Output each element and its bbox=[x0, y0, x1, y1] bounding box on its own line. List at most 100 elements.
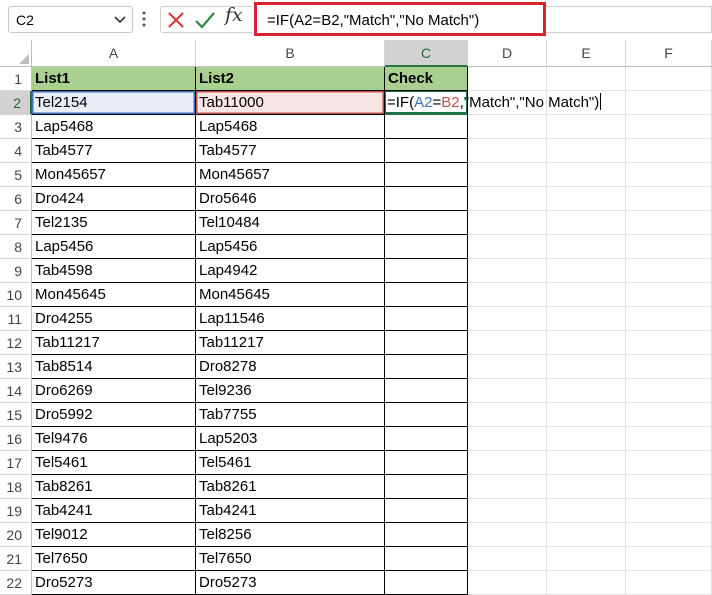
header-cell-list1[interactable]: List1 bbox=[32, 67, 196, 91]
empty-cell[interactable] bbox=[547, 115, 626, 139]
row-header[interactable]: 1 bbox=[0, 67, 32, 91]
empty-cell[interactable] bbox=[547, 571, 626, 595]
cell-list2[interactable]: Lap11546 bbox=[196, 307, 385, 331]
cell-list2[interactable]: Lap5456 bbox=[196, 235, 385, 259]
cell-check[interactable] bbox=[385, 403, 468, 427]
row-header[interactable]: 16 bbox=[0, 427, 32, 451]
checkmark-icon[interactable] bbox=[192, 8, 218, 32]
formula-input[interactable]: =IF(A2=B2,"Match","No Match") bbox=[254, 2, 546, 36]
cell-check[interactable] bbox=[385, 523, 468, 547]
empty-cell[interactable] bbox=[547, 451, 626, 475]
empty-cell[interactable] bbox=[547, 475, 626, 499]
empty-cell[interactable] bbox=[626, 571, 712, 595]
empty-cell[interactable] bbox=[626, 139, 712, 163]
empty-cell[interactable] bbox=[547, 235, 626, 259]
cell-check[interactable] bbox=[385, 379, 468, 403]
cell-list1[interactable]: Tel2154 bbox=[32, 91, 196, 115]
cell-list1[interactable]: Dro5992 bbox=[32, 403, 196, 427]
cell-check[interactable] bbox=[385, 331, 468, 355]
cell-check[interactable] bbox=[385, 355, 468, 379]
empty-cell[interactable] bbox=[626, 187, 712, 211]
cell-list2[interactable]: Mon45657 bbox=[196, 163, 385, 187]
cell-list2[interactable]: Tel10484 bbox=[196, 211, 385, 235]
empty-cell[interactable] bbox=[547, 547, 626, 571]
cell-check[interactable] bbox=[385, 283, 468, 307]
row-header[interactable]: 22 bbox=[0, 571, 32, 595]
cell-list2[interactable]: Tel9236 bbox=[196, 379, 385, 403]
empty-cell[interactable] bbox=[626, 523, 712, 547]
row-header[interactable]: 10 bbox=[0, 283, 32, 307]
empty-cell[interactable] bbox=[626, 331, 712, 355]
empty-cell[interactable] bbox=[468, 355, 547, 379]
column-header-d[interactable]: D bbox=[468, 40, 547, 67]
cell-list2[interactable]: Mon45645 bbox=[196, 283, 385, 307]
empty-cell[interactable] bbox=[626, 427, 712, 451]
more-options-icon[interactable] bbox=[141, 9, 147, 34]
column-header-b[interactable]: B bbox=[196, 40, 385, 67]
cell-check[interactable] bbox=[385, 499, 468, 523]
row-header[interactable]: 8 bbox=[0, 235, 32, 259]
empty-cell[interactable] bbox=[547, 307, 626, 331]
cell-list2[interactable]: Tab11000 bbox=[196, 91, 385, 115]
cell-check[interactable] bbox=[385, 547, 468, 571]
empty-cell[interactable] bbox=[626, 307, 712, 331]
empty-cell[interactable] bbox=[468, 571, 547, 595]
active-cell-editor[interactable]: =IF(A2=B2,"Match","No Match") bbox=[385, 91, 602, 115]
cell-list1[interactable]: Dro4255 bbox=[32, 307, 196, 331]
empty-cell[interactable] bbox=[547, 91, 626, 115]
empty-cell[interactable] bbox=[547, 163, 626, 187]
cell-list1[interactable]: Tel9476 bbox=[32, 427, 196, 451]
row-header[interactable]: 11 bbox=[0, 307, 32, 331]
empty-cell[interactable] bbox=[547, 139, 626, 163]
cell-check[interactable] bbox=[385, 187, 468, 211]
cell-check[interactable] bbox=[385, 307, 468, 331]
cell-check[interactable] bbox=[385, 427, 468, 451]
header-cell-list2[interactable]: List2 bbox=[196, 67, 385, 91]
row-header[interactable]: 21 bbox=[0, 547, 32, 571]
cell-list2[interactable]: Lap4942 bbox=[196, 259, 385, 283]
cell-list2[interactable]: Dro8278 bbox=[196, 355, 385, 379]
cell-list1[interactable]: Tab8514 bbox=[32, 355, 196, 379]
cell-list1[interactable]: Tel9012 bbox=[32, 523, 196, 547]
empty-cell[interactable] bbox=[468, 499, 547, 523]
empty-cell[interactable] bbox=[468, 91, 547, 115]
empty-cell[interactable] bbox=[547, 187, 626, 211]
row-header[interactable]: 20 bbox=[0, 523, 32, 547]
empty-cell[interactable] bbox=[468, 307, 547, 331]
empty-cell[interactable] bbox=[468, 523, 547, 547]
name-box[interactable]: C2 bbox=[8, 6, 133, 33]
column-header-c[interactable]: C bbox=[385, 40, 468, 67]
empty-cell[interactable] bbox=[468, 283, 547, 307]
cell-list1[interactable]: Mon45657 bbox=[32, 163, 196, 187]
select-all-corner[interactable] bbox=[0, 40, 32, 67]
row-header[interactable]: 12 bbox=[0, 331, 32, 355]
empty-cell[interactable] bbox=[468, 403, 547, 427]
empty-cell[interactable] bbox=[468, 475, 547, 499]
cell-list1[interactable]: Tab4598 bbox=[32, 259, 196, 283]
row-header[interactable]: 17 bbox=[0, 451, 32, 475]
row-header[interactable]: 7 bbox=[0, 211, 32, 235]
empty-cell[interactable] bbox=[547, 523, 626, 547]
column-header-a[interactable]: A bbox=[32, 40, 196, 67]
empty-cell[interactable] bbox=[468, 427, 547, 451]
empty-cell[interactable] bbox=[547, 67, 626, 91]
empty-cell[interactable] bbox=[547, 355, 626, 379]
cell-list1[interactable]: Dro424 bbox=[32, 187, 196, 211]
cell-list2[interactable]: Lap5203 bbox=[196, 427, 385, 451]
empty-cell[interactable] bbox=[626, 403, 712, 427]
empty-cell[interactable] bbox=[626, 115, 712, 139]
cell-check[interactable] bbox=[385, 115, 468, 139]
row-header[interactable]: 18 bbox=[0, 475, 32, 499]
empty-cell[interactable] bbox=[468, 331, 547, 355]
empty-cell[interactable] bbox=[626, 547, 712, 571]
cell-check[interactable] bbox=[385, 451, 468, 475]
row-header[interactable]: 2 bbox=[0, 91, 32, 115]
empty-cell[interactable] bbox=[468, 547, 547, 571]
cell-list2[interactable]: Tab4577 bbox=[196, 139, 385, 163]
empty-cell[interactable] bbox=[468, 235, 547, 259]
empty-cell[interactable] bbox=[468, 67, 547, 91]
row-header[interactable]: 6 bbox=[0, 187, 32, 211]
cell-list1[interactable]: Tel7650 bbox=[32, 547, 196, 571]
column-header-f[interactable]: F bbox=[626, 40, 712, 67]
cell-check[interactable] bbox=[385, 163, 468, 187]
